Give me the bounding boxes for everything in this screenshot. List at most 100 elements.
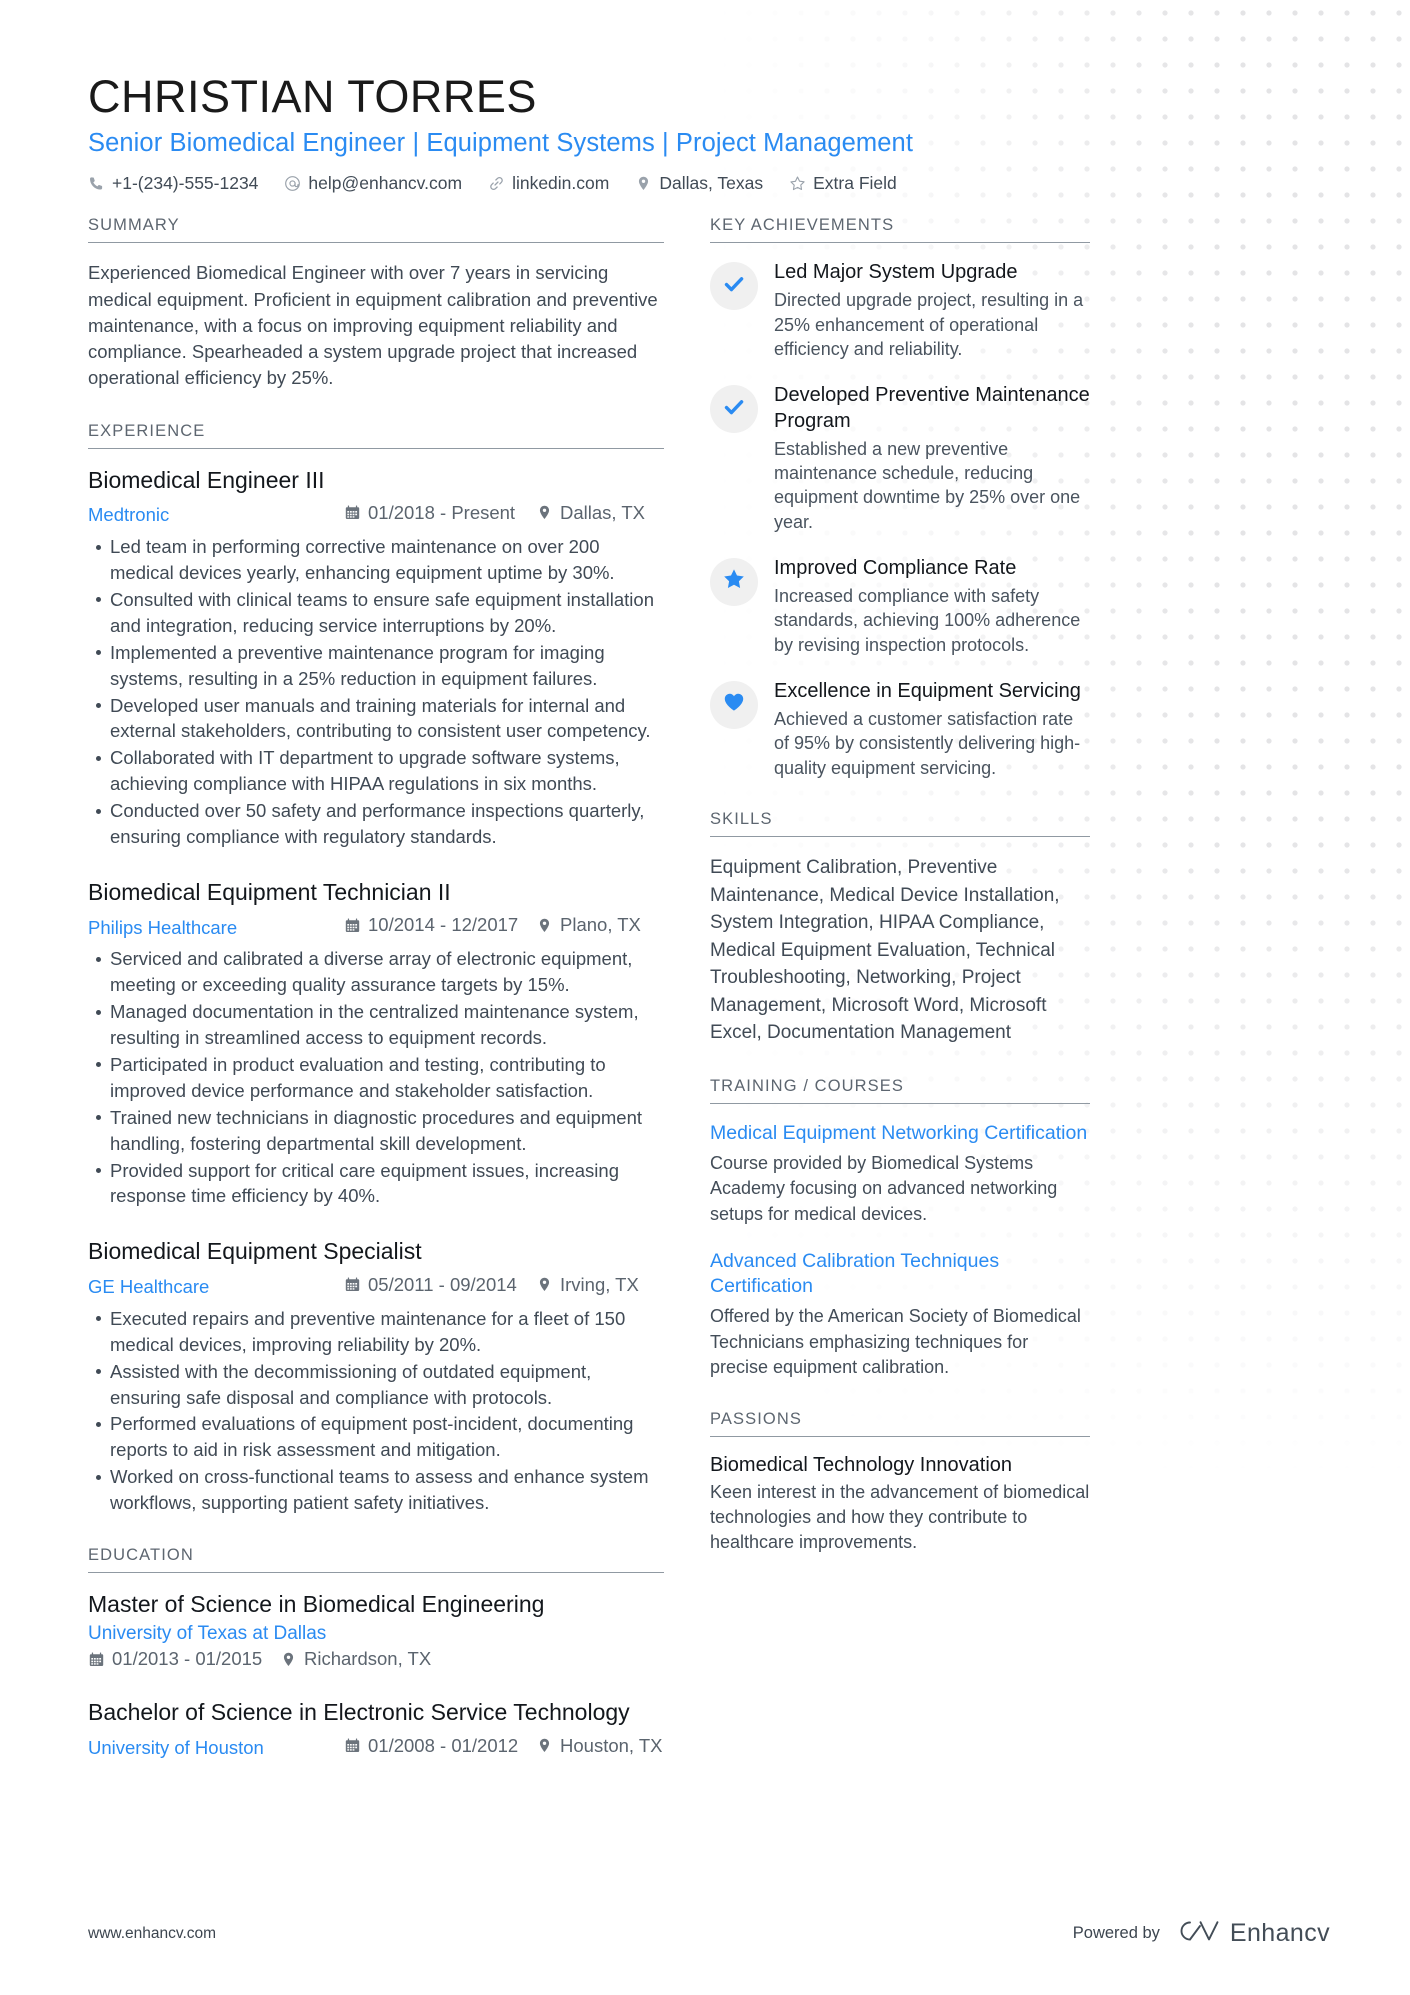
job-bullet: Consulted with clinical teams to ensure … [88, 587, 664, 639]
footer-website-link[interactable]: www.enhancv.com [88, 1925, 216, 1943]
contact-item-3[interactable]: linkedin.com [488, 173, 609, 194]
company-name[interactable]: Philips Healthcare [88, 914, 344, 942]
training-title[interactable]: Advanced Calibration Techniques Certific… [710, 1249, 1090, 1300]
location-pin-icon [536, 504, 553, 521]
calendar-icon [344, 1737, 361, 1754]
achievement-title: Developed Preventive Maintenance Program [774, 384, 1090, 432]
job-title: Biomedical Equipment Technician II [88, 878, 451, 905]
education-meta: University of Houston 01/2008 - 01/2012 Ho… [88, 1732, 664, 1762]
section-training: TRAINING / COURSES Medical Equipment Net… [710, 1077, 1090, 1380]
passions-heading: PASSIONS [710, 1410, 1090, 1438]
job-bullet: Developed user manuals and training mate… [88, 693, 664, 745]
section-key-achievements: KEY ACHIEVEMENTS Led Major System Upgrad… [710, 216, 1090, 780]
enhancv-brand: Enhancv [1174, 1918, 1330, 1949]
job-bullet: Provided support for critical care equip… [88, 1158, 664, 1210]
passions-list: Biomedical Technology Innovation Keen int… [710, 1454, 1090, 1554]
experience-entry: Biomedical Engineer III Medtronic 01/2018 … [88, 466, 664, 850]
training-title[interactable]: Medical Equipment Networking Certificati… [710, 1121, 1090, 1146]
achievement-body: Developed Preventive Maintenance Program… [774, 383, 1090, 534]
section-experience: EXPERIENCE Biomedical Engineer III Medtro… [88, 422, 664, 1516]
calendar-icon [344, 504, 361, 521]
experience-entry: Biomedical Equipment Specialist GE Health… [88, 1237, 664, 1516]
contact-item-5[interactable]: Extra Field [789, 173, 897, 194]
summary-text: Experienced Biomedical Engineer with ove… [88, 262, 658, 389]
training-heading: TRAINING / COURSES [710, 1077, 1090, 1104]
contact-text: Dallas, Texas [659, 173, 764, 194]
job-location: Dallas, TX [536, 499, 664, 527]
location-pin-icon [536, 1737, 553, 1754]
star-outline-icon [789, 175, 806, 192]
contact-text: Extra Field [813, 173, 897, 194]
experience-list: Biomedical Engineer III Medtronic 01/2018 … [88, 466, 664, 1516]
powered-by-label: Powered by [1072, 1924, 1160, 1942]
training-list: Medical Equipment Networking Certificati… [710, 1121, 1090, 1380]
job-bullet: Performed evaluations of equipment post-… [88, 1411, 664, 1463]
candidate-headline: Senior Biomedical Engineer | Equipment S… [88, 129, 914, 158]
skills-text: Equipment Calibration, Preventive Mainte… [710, 857, 1060, 1044]
education-entry: Bachelor of Science in Electronic Servic… [88, 1698, 664, 1762]
job-bullet: Serviced and calibrated a diverse array … [88, 946, 664, 998]
contact-text: +1-(234)-555-1234 [112, 173, 259, 194]
resume-page: CHRISTIAN TORRES Senior Biomedical Engin… [0, 0, 1410, 1995]
skills-heading: SKILLS [710, 810, 1090, 838]
check-icon [722, 395, 746, 424]
degree-title: Master of Science in Biomedical Engineer… [88, 1591, 545, 1617]
achievement-title: Improved Compliance Rate [774, 556, 1017, 579]
contact-item-2[interactable]: help@enhancv.com [284, 173, 462, 194]
location-pin-icon [635, 175, 652, 192]
achievement-badge [710, 557, 758, 606]
job-location-text: Irving, TX [560, 1273, 639, 1295]
job-location: Irving, TX [536, 1271, 664, 1299]
education-dates-text: 01/2013 - 01/2015 [112, 1648, 263, 1670]
achievement-badge [710, 385, 758, 434]
experience-entry: Biomedical Equipment Technician II Philip… [88, 878, 664, 1209]
job-title: Biomedical Engineer III [88, 466, 325, 493]
education-meta: 01/2013 - 01/2015 Richardson, TX [88, 1648, 664, 1670]
job-bullet: Participated in product evaluation and t… [88, 1052, 664, 1104]
achievement-body: Led Major System Upgrade Directed upgrade… [774, 260, 1090, 361]
school-name[interactable]: University of Texas at Dallas [88, 1623, 664, 1645]
powered-by-block: Powered by Enhancv [1073, 1918, 1330, 1949]
job-bullet: Managed documentation in the centralized… [88, 999, 664, 1051]
job-location: Plano, TX [536, 911, 664, 939]
school-name[interactable]: University of Houston [88, 1734, 344, 1762]
achievements-list: Led Major System Upgrade Directed upgrade… [710, 260, 1090, 780]
job-meta: GE Healthcare 05/2011 - 09/2014 Irving, TX [88, 1271, 664, 1301]
training-description: Course provided by Biomedical Systems Ac… [710, 1153, 1058, 1224]
calendar-icon [344, 917, 361, 934]
education-dates: 01/2008 - 01/2012 [344, 1732, 536, 1760]
achievement-badge [710, 680, 758, 729]
job-dates-text: 01/2018 - Present [368, 502, 516, 524]
company-name[interactable]: Medtronic [88, 501, 344, 529]
email-icon [284, 175, 301, 192]
link-icon [488, 175, 505, 192]
contact-item-1[interactable]: +1-(234)-555-1234 [88, 173, 258, 194]
job-dates-text: 10/2014 - 12/2017 [368, 914, 519, 936]
left-column: SUMMARY Experienced Biomedical Engineer … [88, 216, 664, 1792]
job-bullet-list: Executed repairs and preventive maintena… [88, 1306, 664, 1516]
resume-columns: SUMMARY Experienced Biomedical Engineer … [88, 216, 1330, 1792]
passion-item: Biomedical Technology Innovation Keen int… [710, 1454, 1090, 1554]
passion-description: Keen interest in the advancement of biom… [710, 1482, 1090, 1552]
job-meta: Philips Healthcare 10/2014 - 12/2017 Plano… [88, 911, 664, 941]
job-dates: 10/2014 - 12/2017 [344, 911, 536, 939]
section-education: EDUCATION Master of Science in Biomedica… [88, 1546, 664, 1762]
achievement-item: Improved Compliance Rate Increased compli… [710, 556, 1090, 657]
training-item: Medical Equipment Networking Certificati… [710, 1121, 1090, 1227]
job-bullet: Implemented a preventive maintenance pro… [88, 640, 664, 692]
resume-content: CHRISTIAN TORRES Senior Biomedical Engin… [0, 0, 1410, 1792]
job-location-text: Plano, TX [560, 914, 641, 936]
achievement-badge [710, 262, 758, 311]
achievement-description: Increased compliance with safety standar… [774, 586, 1081, 655]
achievement-item: Led Major System Upgrade Directed upgrade… [710, 260, 1090, 361]
education-entry: Master of Science in Biomedical Engineer… [88, 1590, 664, 1670]
resume-header: CHRISTIAN TORRES Senior Biomedical Engin… [88, 71, 1330, 194]
company-name[interactable]: GE Healthcare [88, 1273, 344, 1301]
job-bullet: Led team in performing corrective mainte… [88, 534, 664, 586]
contact-item-4[interactable]: Dallas, Texas [635, 173, 763, 194]
training-description: Offered by the American Society of Biome… [710, 1306, 1081, 1377]
achievement-item: Developed Preventive Maintenance Program… [710, 383, 1090, 534]
job-meta: Medtronic 01/2018 - Present Dallas, TX [88, 499, 664, 529]
achievement-description: Established a new preventive maintenance… [774, 438, 1081, 532]
achievement-item: Excellence in Equipment Servicing Achieve… [710, 679, 1090, 780]
